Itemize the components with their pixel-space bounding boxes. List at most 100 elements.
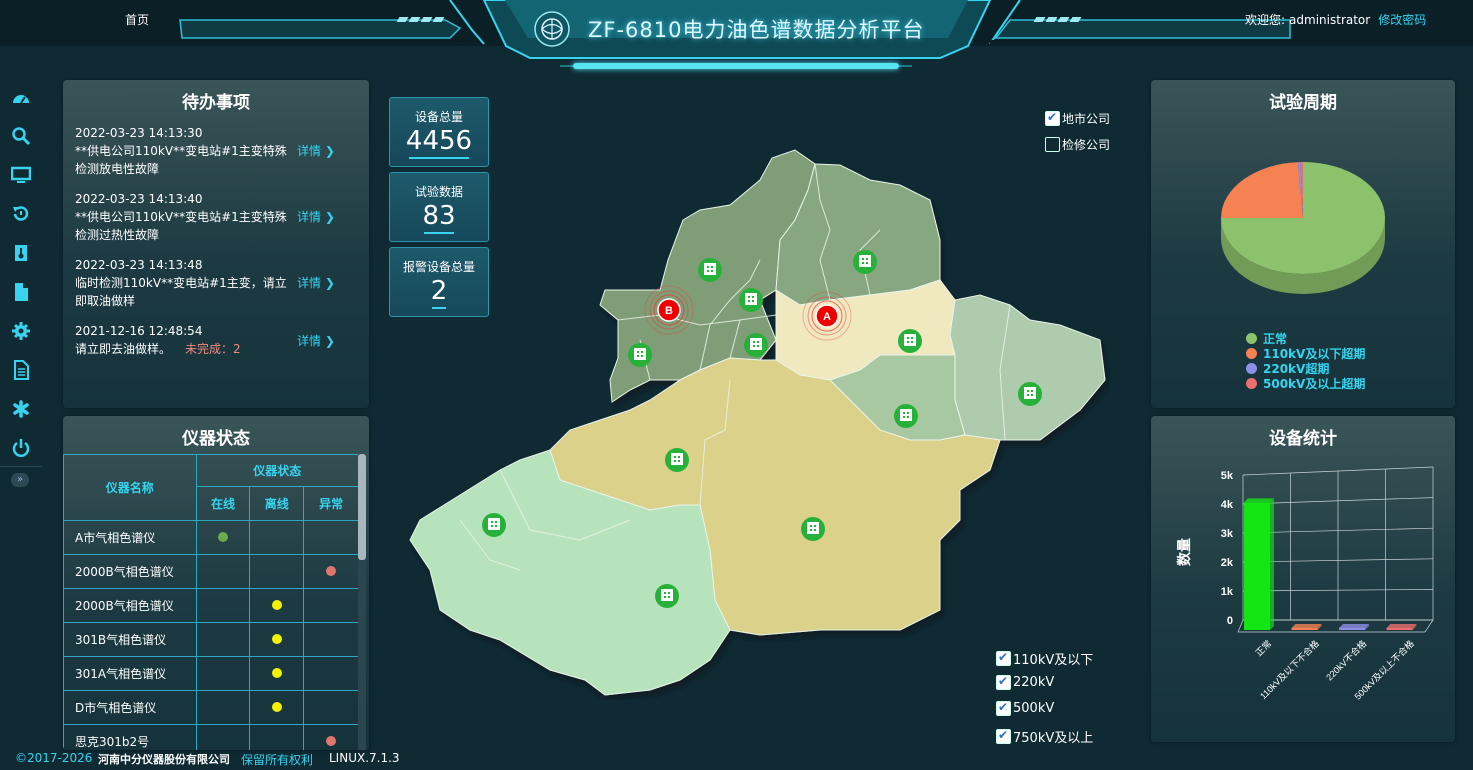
table-row[interactable]: 301A气相色谱仪 <box>63 656 359 691</box>
table-row[interactable]: 2000B气相色谱仪 <box>63 554 359 589</box>
welcome-label: 欢迎您: <box>1245 13 1286 27</box>
sidebar-toggle-button[interactable]: » <box>11 473 29 487</box>
monitor-icon[interactable] <box>11 165 31 185</box>
search-icon[interactable] <box>11 126 31 146</box>
bar[interactable] <box>1244 502 1270 630</box>
home-link[interactable]: 首页 <box>125 11 149 28</box>
voltage-filter-220kv[interactable]: 220kV <box>996 674 1054 690</box>
map-region-east[interactable] <box>949 294 1106 441</box>
scrollbar-thumb[interactable] <box>358 454 366 560</box>
bar[interactable] <box>1386 628 1413 630</box>
table-row[interactable]: 301B气相色谱仪 <box>63 622 359 657</box>
history-icon[interactable] <box>11 204 31 224</box>
todo-panel: 待办事项 2022-03-23 14:13:30 **供电公司110kV**变电… <box>63 80 369 408</box>
station-marker[interactable] <box>898 329 922 353</box>
todo-detail-link[interactable]: 详情 ❯ <box>297 332 335 350</box>
status-cell-abnormal <box>303 520 359 555</box>
checkbox-icon[interactable] <box>1045 137 1060 152</box>
instrument-name: 2000B气相色谱仪 <box>63 588 197 623</box>
chevron-right-icon: ❯ <box>324 144 335 158</box>
gear-icon[interactable] <box>11 321 31 341</box>
todo-detail-label: 详情 <box>297 144 322 158</box>
footer-version: LINUX.7.1.3 <box>329 751 400 765</box>
status-cell-online <box>195 622 251 657</box>
device-stats-title: 设备统计 <box>1269 429 1337 449</box>
instrument-status-title: 仪器状态 <box>182 429 250 449</box>
todo-detail-link[interactable]: 详情 ❯ <box>297 142 335 160</box>
station-marker[interactable] <box>655 584 679 608</box>
device-stats-bar-chart: 01k2k3k4k5k数量正常110kV及以下不合格 220kV不合格500kV及… <box>1176 466 1434 702</box>
station-marker[interactable] <box>628 343 652 367</box>
station-marker[interactable] <box>698 258 722 282</box>
todo-date: 2022-03-23 14:13:30 <box>75 126 203 140</box>
station-marker[interactable] <box>744 333 768 357</box>
status-cell-offline <box>249 554 305 589</box>
page-title: ZF-6810电力油色谱数据分析平台 <box>588 18 925 42</box>
region-map[interactable]: B A <box>400 140 1110 700</box>
thermometer-icon[interactable] <box>11 243 31 263</box>
station-marker[interactable] <box>801 517 825 541</box>
station-marker[interactable] <box>482 513 506 537</box>
voltage-filter-110kv[interactable]: 110kV及以下 <box>996 649 1093 668</box>
checkbox-icon[interactable] <box>1045 110 1060 126</box>
pie-slice[interactable] <box>1221 162 1303 218</box>
station-marker[interactable] <box>739 288 763 312</box>
col-header-online: 在线 <box>195 486 251 521</box>
status-dot-offline <box>271 633 282 644</box>
filter-label: 检修公司 <box>1062 138 1111 152</box>
checkbox-icon[interactable] <box>996 650 1011 666</box>
status-dot-abnormal <box>326 735 337 746</box>
dashboard-icon[interactable] <box>11 89 31 109</box>
table-scrollbar[interactable] <box>358 454 366 750</box>
checkbox-icon[interactable] <box>996 728 1011 744</box>
todo-detail-link[interactable]: 详情 ❯ <box>297 208 335 226</box>
table-row[interactable]: D市气相色谱仪 <box>63 690 359 725</box>
change-password-link[interactable]: 修改密码 <box>1378 13 1426 27</box>
document-icon[interactable] <box>11 282 31 302</box>
table-row[interactable]: 思克301b2号 <box>63 724 359 750</box>
instrument-status-table: 仪器名称 仪器状态 在线 离线 异常 A市气相色谱仪 2000B气相色谱仪 2000… <box>63 454 360 750</box>
status-dot-abnormal <box>326 565 337 576</box>
report-icon[interactable] <box>11 360 31 380</box>
todo-detail-link[interactable]: 详情 ❯ <box>297 274 335 292</box>
station-marker[interactable] <box>1018 382 1042 406</box>
header: 首页 ZF-6810电力油色谱数据分析平台 欢迎您: administrator 修… <box>0 0 1473 72</box>
status-cell-online <box>195 690 251 725</box>
col-header-status: 仪器状态 <box>195 454 360 487</box>
filter-maintenance-company[interactable]: 检修公司 <box>1045 136 1110 153</box>
voltage-filter-750kv[interactable]: 750kV及以上 <box>996 727 1093 746</box>
username: administrator <box>1289 13 1371 27</box>
checkbox-icon[interactable] <box>996 700 1011 716</box>
status-cell-offline <box>249 588 305 623</box>
bar[interactable] <box>1291 628 1318 630</box>
filter-city-company[interactable]: 地市公司 <box>1045 110 1110 127</box>
station-marker[interactable] <box>665 448 689 472</box>
table-row[interactable]: 2000B气相色谱仪 <box>63 588 359 623</box>
col-header-abnormal: 异常 <box>303 486 359 521</box>
todo-text: 请立即去油做样。 <box>75 342 172 356</box>
voltage-filter-500kv[interactable]: 500kV <box>996 700 1054 716</box>
station-marker[interactable] <box>894 404 918 428</box>
todo-item: 2021-12-16 12:48:54 请立即去油做样。 未完成：2 详情 ❯ <box>75 322 365 358</box>
y-tick-label: 3k <box>1221 528 1234 540</box>
y-tick-label: 0 <box>1227 615 1233 627</box>
table-row[interactable]: A市气相色谱仪 <box>63 520 359 555</box>
power-icon[interactable] <box>11 438 31 458</box>
asterisk-icon[interactable] <box>11 399 31 419</box>
bar[interactable] <box>1339 628 1365 630</box>
test-cycle-panel: 试验周期 正常 110kV及以下超期 220kV超期 500kV及以上超期 <box>1151 80 1455 408</box>
station-marker[interactable] <box>853 250 877 274</box>
footer-rights: 保留所有权利 <box>241 753 314 767</box>
chevron-right-icon: ❯ <box>324 334 335 348</box>
legend-swatch <box>1246 333 1257 344</box>
checkbox-icon[interactable] <box>996 674 1011 690</box>
todo-text: **供电公司110kV**变电站#1主变特殊检测过热性故障 <box>75 210 287 242</box>
todo-text: 临时检测110kV**变电站#1主变，请立即取油做样 <box>75 276 287 308</box>
sidebar-divider <box>0 466 42 467</box>
pie-legend-item[interactable]: 500kV及以上超期 <box>1246 375 1365 392</box>
x-tick-label: 正常 <box>1253 638 1274 659</box>
status-cell-offline <box>249 724 305 750</box>
bar-side <box>1270 498 1274 630</box>
status-cell-abnormal <box>303 588 359 623</box>
y-axis-label: 数量 <box>1176 538 1192 566</box>
